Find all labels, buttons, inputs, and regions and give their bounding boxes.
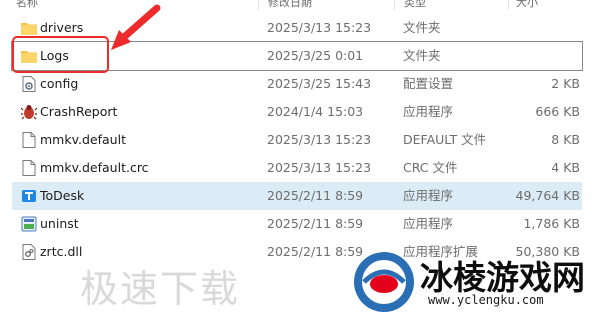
column-header-bar: 名称 修改日期 类型 大小	[0, 0, 600, 10]
file-row-mmkv-default[interactable]: mmkv.default 2025/3/13 15:23 DEFAULT 文件 …	[12, 126, 582, 154]
file-name: mmkv.default	[40, 132, 126, 147]
file-date: 2025/3/13 15:23	[267, 132, 372, 147]
site-logo-icon	[354, 252, 414, 312]
file-date: 2025/3/25 15:43	[267, 76, 372, 91]
column-divider[interactable]	[508, 0, 509, 10]
file-date: 2025/3/13 15:23	[267, 160, 372, 175]
config-file-icon	[20, 70, 38, 98]
file-row-mmkv-default-crc[interactable]: mmkv.default.crc 2025/3/13 15:23 CRC 文件 …	[12, 154, 582, 182]
file-name: uninst	[40, 216, 79, 231]
file-row-todesk[interactable]: ToDesk 2025/2/11 8:59 应用程序 49,764 KB	[12, 182, 582, 210]
file-icon	[20, 126, 38, 154]
todesk-app-icon	[20, 182, 38, 210]
site-url: www.yclengku.com	[428, 293, 544, 307]
file-date: 2025/2/11 8:59	[267, 188, 364, 203]
file-size: 49,764 KB	[515, 188, 580, 203]
file-size: 8 KB	[551, 132, 580, 147]
bug-app-icon	[20, 98, 38, 126]
file-size: 2 KB	[551, 76, 580, 91]
file-size	[490, 42, 580, 70]
red-arrow-icon	[111, 4, 161, 50]
file-icon	[20, 154, 38, 182]
column-header-type[interactable]: 类型	[404, 0, 426, 10]
dll-file-icon	[20, 238, 38, 266]
file-name: ToDesk	[40, 188, 85, 203]
file-date: 2024/1/4 15:03	[267, 104, 364, 119]
file-name: config	[40, 76, 79, 91]
file-date: 2025/2/11 8:59	[267, 216, 364, 231]
highlight-callout-box	[12, 36, 109, 73]
column-divider[interactable]	[258, 0, 259, 10]
column-divider[interactable]	[394, 0, 395, 10]
uninstaller-icon	[20, 210, 38, 238]
file-row-uninst[interactable]: uninst 2025/2/11 8:59 应用程序 1,786 KB	[12, 210, 582, 238]
file-name: mmkv.default.crc	[40, 160, 149, 175]
column-header-size[interactable]: 大小	[516, 0, 538, 10]
file-row-config[interactable]: config 2025/3/25 15:43 配置设置 2 KB	[12, 70, 582, 98]
file-row-crashreport[interactable]: CrashReport 2024/1/4 15:03 应用程序 666 KB	[12, 98, 582, 126]
file-date: 2025/3/13 15:23	[267, 20, 372, 35]
file-explorer-list-view: 名称 修改日期 类型 大小 drivers 2025/3/13 15:23 文件…	[0, 0, 600, 317]
watermark-text: 极速下载	[80, 267, 241, 311]
site-name: 冰棱游戏网	[420, 258, 585, 297]
file-size: 666 KB	[535, 104, 580, 119]
file-size	[490, 14, 580, 42]
column-header-name[interactable]: 名称	[16, 0, 38, 10]
file-name: CrashReport	[40, 104, 118, 119]
file-size: 1,786 KB	[523, 216, 580, 231]
file-date: 2025/3/25 0:01	[267, 48, 364, 63]
column-header-date[interactable]: 修改日期	[268, 0, 312, 10]
file-size: 4 KB	[551, 160, 580, 175]
